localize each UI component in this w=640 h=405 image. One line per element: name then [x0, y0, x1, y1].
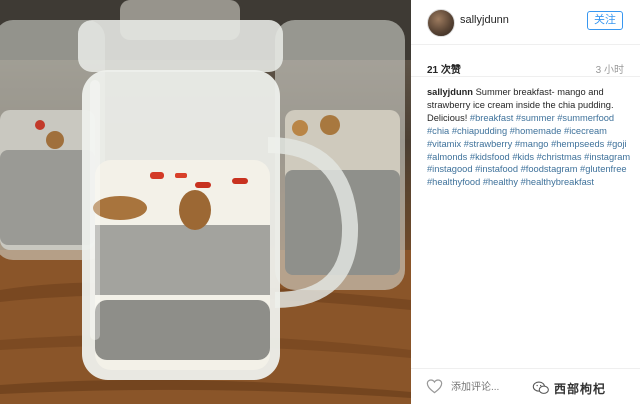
wechat-icon [532, 381, 549, 394]
hashtag-link[interactable]: #instagram [584, 152, 630, 162]
hashtag-link[interactable]: #homemade [510, 126, 562, 136]
post-time: 3 小时 [595, 65, 624, 76]
comment-bar: 西部枸杞 [411, 368, 640, 405]
post-photo[interactable] [0, 0, 411, 404]
heart-icon[interactable] [426, 379, 443, 394]
hashtag-link[interactable]: #healthybreakfast [521, 177, 594, 187]
hashtag-link[interactable]: #instagood [427, 164, 473, 174]
hashtag-link[interactable]: #kids [512, 152, 534, 162]
hashtag-link[interactable]: #vitamix [427, 139, 461, 149]
post-detail-panel: sallyjdunn 关注 21 次赞 3 小时 sallyjdunn Summ… [411, 0, 640, 404]
post-caption: sallyjdunn Summer breakfast- mango and s… [427, 86, 633, 189]
hashtag-link[interactable]: #goji [607, 139, 627, 149]
post-meta: 21 次赞 3 小时 [411, 56, 640, 77]
likes-count[interactable]: 21 次赞 [427, 61, 461, 76]
hashtag-link[interactable]: #almonds [427, 152, 467, 162]
hashtag-link[interactable]: #kidsfood [470, 152, 510, 162]
hashtag-link[interactable]: #strawberry [464, 139, 513, 149]
hashtag-link[interactable]: #foodstagram [521, 164, 578, 174]
hashtag-link[interactable]: #christmas [537, 152, 582, 162]
hashtag-link[interactable]: #chiapudding [452, 126, 507, 136]
hashtag-link[interactable]: #healthyfood [427, 177, 480, 187]
hashtag-link[interactable]: #breakfast [470, 113, 513, 123]
watermark: 西部枸杞 [532, 379, 606, 397]
hashtag-link[interactable]: #summerfood [557, 113, 614, 123]
comment-input[interactable] [449, 378, 533, 396]
follow-button[interactable]: 关注 [587, 11, 623, 30]
username[interactable]: sallyjdunn [460, 14, 509, 26]
hashtag-link[interactable]: #mango [515, 139, 549, 149]
hashtag-link[interactable]: #instafood [475, 164, 518, 174]
hashtag-list: #breakfast #summer #summerfood #chia #ch… [427, 113, 630, 188]
caption-username[interactable]: sallyjdunn [427, 87, 473, 97]
post-header: sallyjdunn 关注 [411, 0, 640, 45]
avatar[interactable] [427, 9, 455, 37]
hashtag-link[interactable]: #hempseeds [551, 139, 604, 149]
hashtag-link[interactable]: #summer [516, 113, 555, 123]
hashtag-link[interactable]: #chia [427, 126, 449, 136]
chia-pudding-jars-image [0, 0, 411, 404]
watermark-text: 西部枸杞 [554, 381, 607, 396]
hashtag-link[interactable]: #glutenfree [580, 164, 627, 174]
hashtag-link[interactable]: #icecream [564, 126, 607, 136]
hashtag-link[interactable]: #healthy [483, 177, 518, 187]
